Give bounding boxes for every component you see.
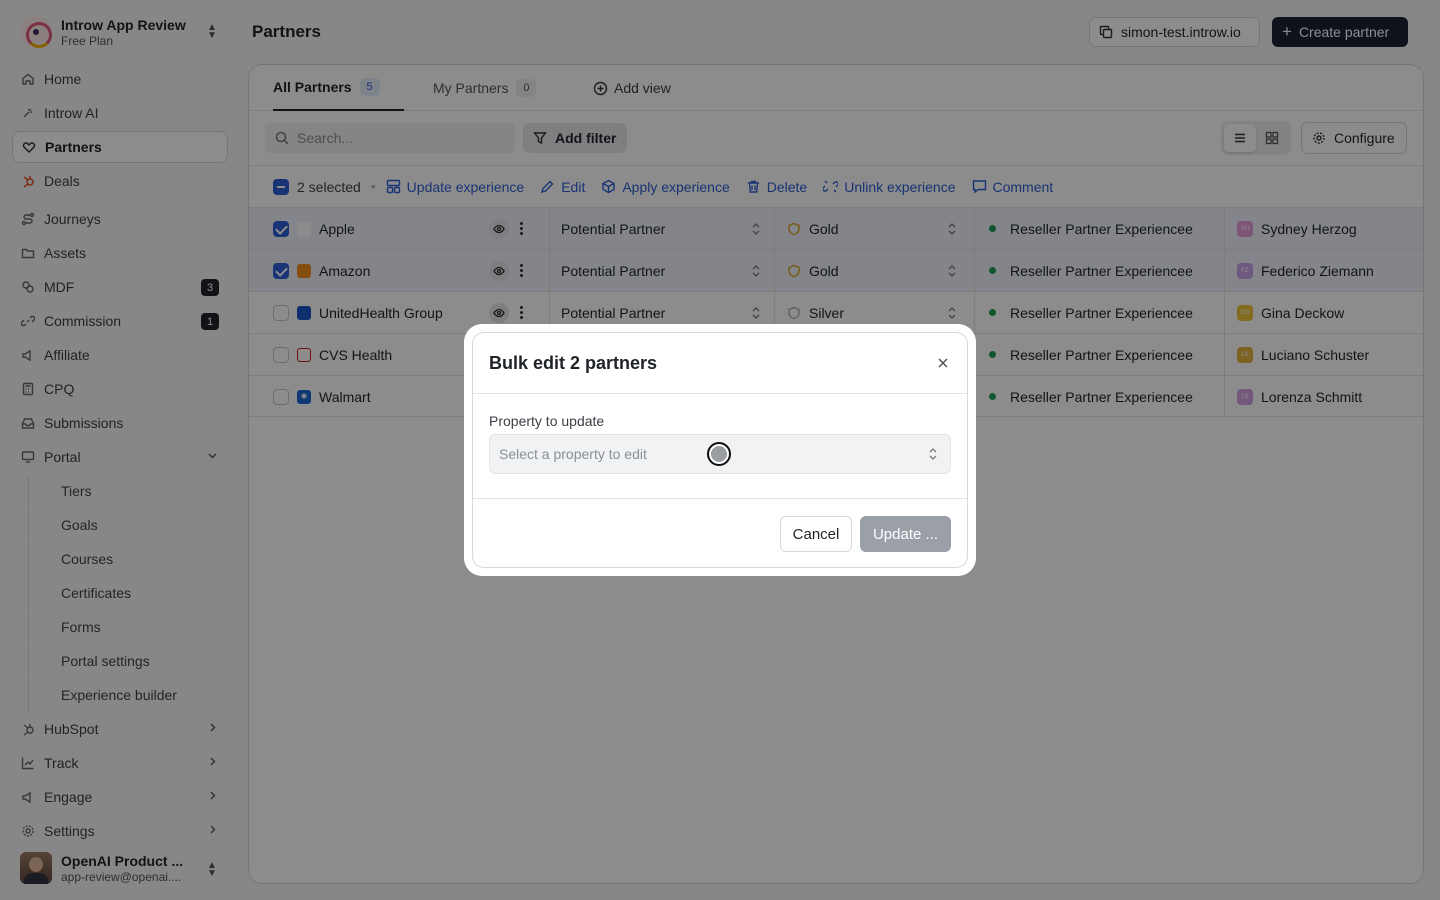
update-button[interactable]: Update ... — [860, 516, 951, 552]
property-placeholder: Select a property to edit — [499, 446, 647, 462]
close-icon[interactable] — [935, 355, 951, 371]
property-label: Property to update — [489, 413, 605, 429]
cursor-indicator — [707, 442, 731, 466]
bulk-edit-dialog-frame: Bulk edit 2 partners Property to update … — [464, 324, 976, 576]
dialog-header: Bulk edit 2 partners — [473, 333, 967, 394]
bulk-edit-dialog: Bulk edit 2 partners Property to update … — [472, 332, 968, 568]
cancel-button[interactable]: Cancel — [780, 516, 852, 552]
chevron-up-down-icon — [929, 448, 937, 460]
property-select[interactable]: Select a property to edit — [489, 434, 951, 474]
dialog-title: Bulk edit 2 partners — [489, 353, 658, 373]
dialog-divider — [473, 498, 967, 499]
